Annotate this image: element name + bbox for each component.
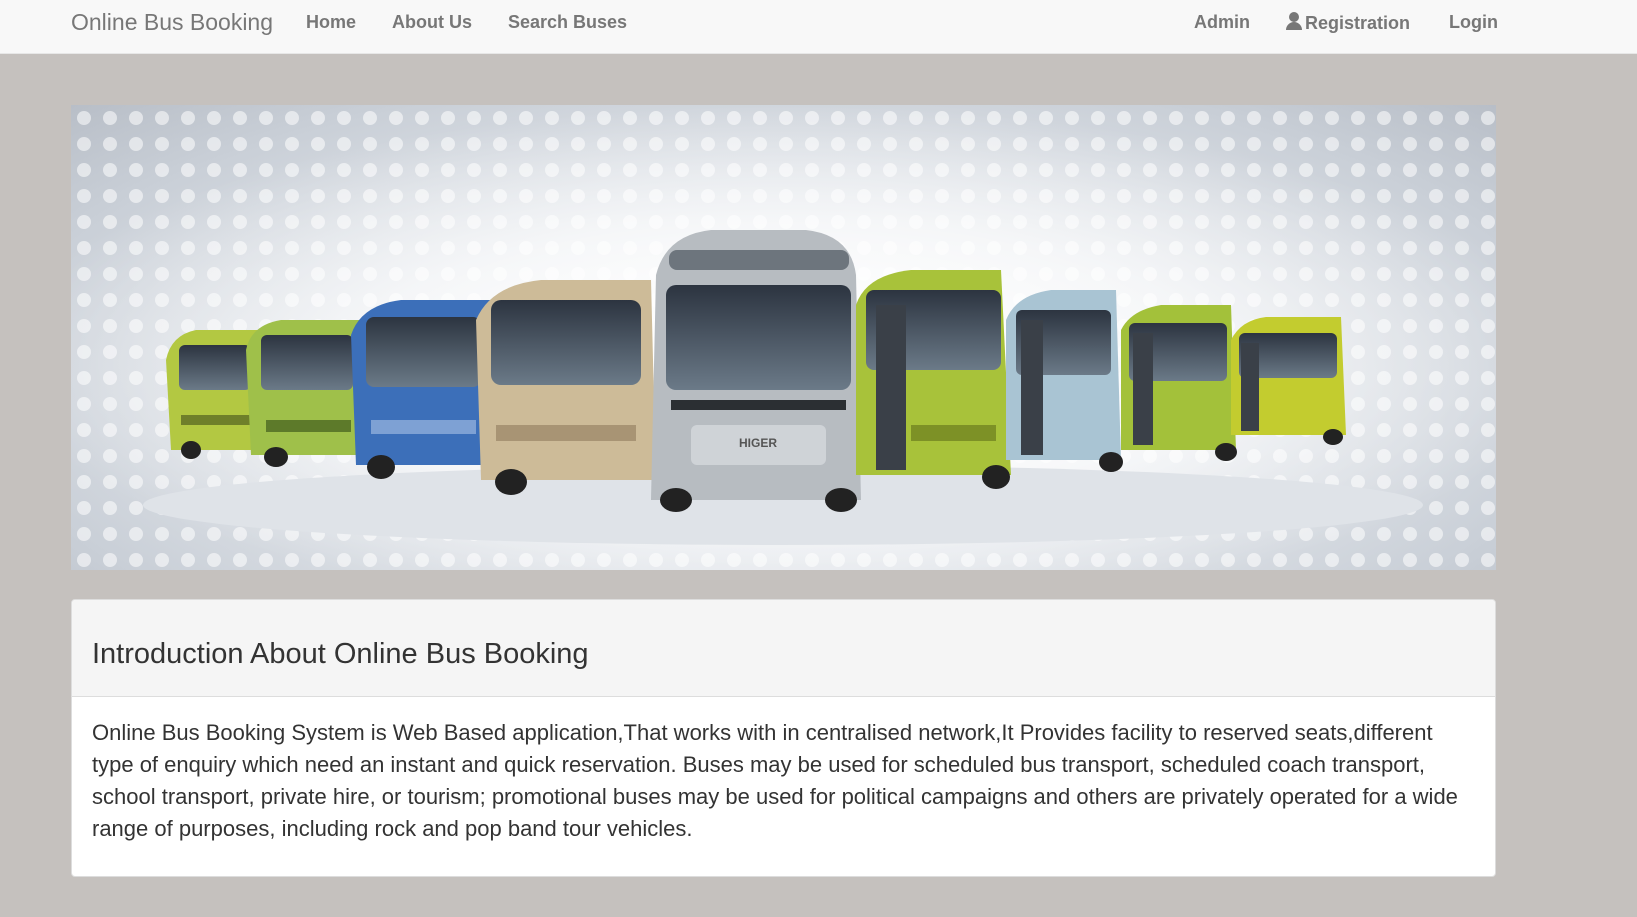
nav-about-us[interactable]: About Us: [392, 12, 472, 33]
nav-admin[interactable]: Admin: [1194, 12, 1250, 33]
bus-green-4: [1121, 305, 1237, 461]
buses-illustration: HIGER: [71, 105, 1496, 570]
panel-title: Introduction About Online Bus Booking: [92, 638, 589, 670]
nav-login[interactable]: Login: [1449, 12, 1498, 33]
intro-panel: Introduction About Online Bus Booking On…: [71, 599, 1496, 877]
brand-link[interactable]: Online Bus Booking: [71, 9, 273, 36]
nav-registration[interactable]: Registration: [1286, 12, 1410, 34]
nav-home[interactable]: Home: [306, 12, 356, 33]
bus-beige: [476, 280, 656, 495]
bus-green-2: [246, 320, 366, 467]
bus-blue: [351, 300, 496, 479]
bus-yellow-green: [1231, 317, 1346, 445]
intro-text: Online Bus Booking System is Web Based a…: [92, 720, 1458, 841]
bus-green-3: [856, 270, 1011, 489]
panel-heading: Introduction About Online Bus Booking: [72, 600, 1495, 697]
nav-registration-label: Registration: [1305, 13, 1411, 33]
user-icon: [1286, 12, 1302, 30]
panel-body: Online Bus Booking System is Web Based a…: [72, 697, 1495, 845]
navbar: Online Bus Booking Home About Us Search …: [0, 0, 1637, 54]
nav-search-buses[interactable]: Search Buses: [508, 12, 627, 33]
hero-banner-image: HIGER: [71, 105, 1496, 570]
bus-light-blue: [1006, 290, 1123, 472]
bus-silver-center: HIGER: [651, 230, 861, 512]
bus-logo-text: HIGER: [739, 436, 777, 450]
